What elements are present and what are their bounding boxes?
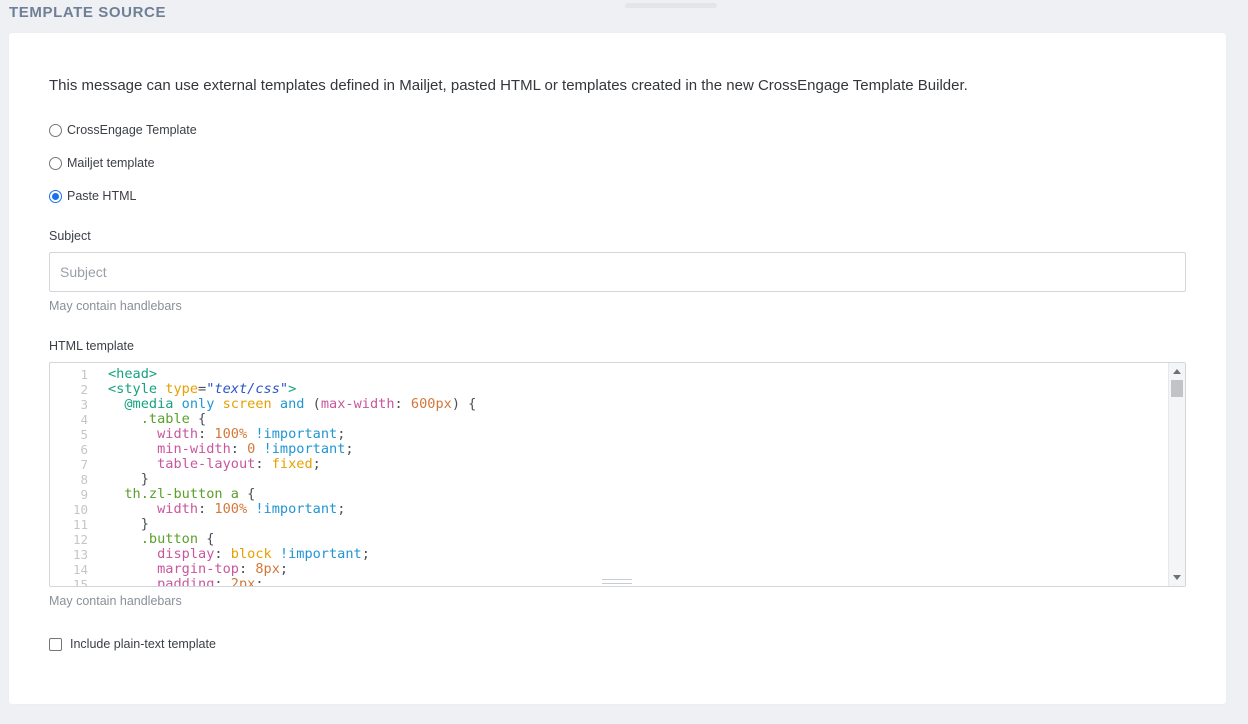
section-title: TEMPLATE SOURCE: [9, 4, 167, 21]
scroll-up-arrow-icon[interactable]: [1173, 369, 1181, 374]
code-area[interactable]: 1 <head> 2 <style type="text/css"> 3 @medi…: [50, 367, 1167, 587]
radio-button-paste-html[interactable]: [49, 189, 62, 203]
code-line: 1 <head>: [80, 366, 158, 383]
intro-text: This message can use external templates …: [49, 77, 968, 94]
radio-label-paste-html: Paste HTML: [67, 189, 137, 203]
include-plain-text-label: Include plain-text template: [70, 637, 216, 651]
subject-input[interactable]: [49, 252, 1186, 292]
scroll-down-arrow-icon[interactable]: [1173, 575, 1181, 580]
radio-label-crossengage: CrossEngage Template: [67, 123, 197, 137]
code-line: 14 margin-top: 8px;: [72, 561, 289, 578]
code-line: 2 <style type="text/css">: [80, 381, 297, 398]
template-source-card: This message can use external templates …: [9, 33, 1226, 704]
code-line: 8 }: [80, 471, 149, 488]
radio-button-crossengage[interactable]: [49, 123, 62, 137]
code-line: 4 .table {: [80, 411, 207, 428]
code-line: 11 }: [72, 516, 149, 533]
top-drag-handle: [625, 3, 717, 8]
scroll-thumb[interactable]: [1171, 380, 1183, 397]
include-plain-text-checkbox[interactable]: [49, 637, 62, 651]
radio-mailjet-template[interactable]: Mailjet template: [49, 155, 155, 171]
code-line: 10 width: 100% !important;: [72, 501, 346, 518]
code-line: 13 display: block !important;: [72, 546, 370, 563]
subject-hint: May contain handlebars: [49, 299, 182, 313]
editor-scrollbar[interactable]: [1168, 363, 1185, 586]
code-line: 9 th.zl-button a {: [80, 486, 256, 503]
code-line: 7 table-layout: fixed;: [80, 456, 321, 473]
code-line: 6 min-width: 0 !important;: [80, 441, 354, 458]
radio-crossengage-template[interactable]: CrossEngage Template: [49, 122, 197, 138]
subject-label: Subject: [49, 229, 91, 243]
html-template-editor[interactable]: 1 <head> 2 <style type="text/css"> 3 @medi…: [49, 362, 1186, 587]
radio-paste-html[interactable]: Paste HTML: [49, 188, 136, 204]
include-plain-text-option[interactable]: Include plain-text template: [49, 636, 216, 652]
html-template-label: HTML template: [49, 339, 134, 353]
code-line: 3 @media only screen and (max-width: 600…: [80, 396, 477, 413]
resize-grip-icon[interactable]: [602, 579, 632, 584]
html-template-hint: May contain handlebars: [49, 594, 182, 608]
code-line: 5 width: 100% !important;: [80, 426, 346, 443]
radio-button-mailjet[interactable]: [49, 156, 62, 170]
radio-label-mailjet: Mailjet template: [67, 156, 155, 170]
code-line: 12 .button {: [72, 531, 215, 548]
